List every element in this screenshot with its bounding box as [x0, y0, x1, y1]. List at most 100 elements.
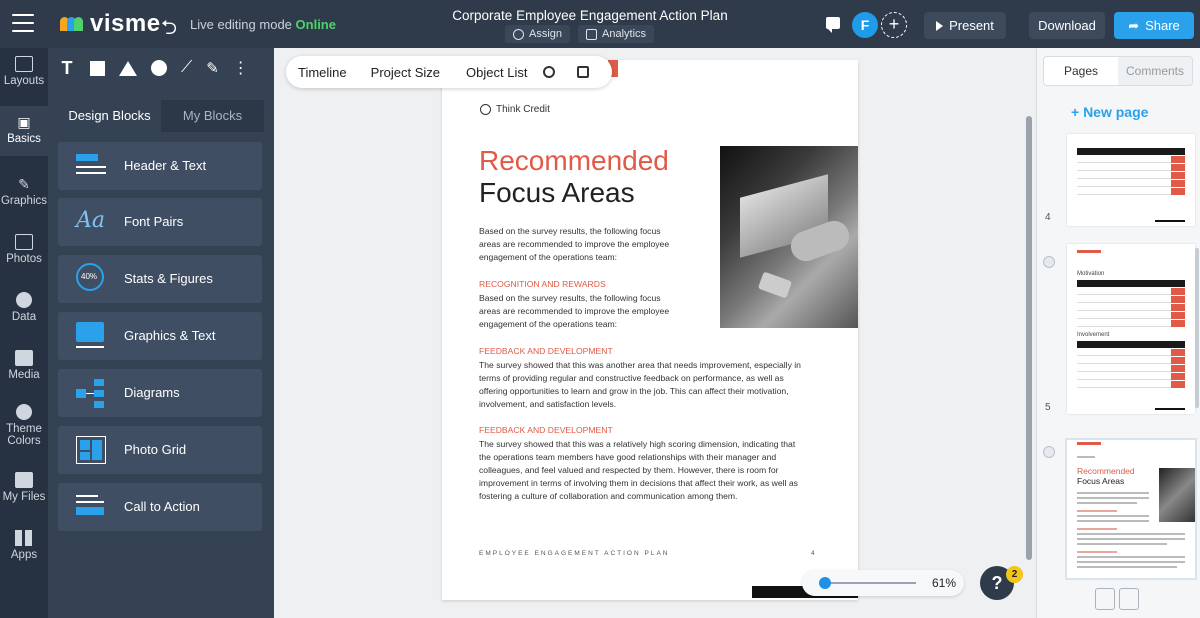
- section-title[interactable]: FEEDBACK AND DEVELOPMENT: [479, 346, 613, 356]
- thumb-table-row: [1077, 304, 1185, 311]
- call-to-action-icon: [76, 493, 106, 521]
- zoom-search-icon[interactable]: [577, 66, 590, 78]
- project-size-button[interactable]: Project Size: [371, 65, 440, 80]
- text-tool-icon[interactable]: T: [58, 58, 76, 79]
- thumb-heading-dark: Focus Areas: [1077, 476, 1125, 486]
- square-tool-icon[interactable]: [90, 60, 105, 76]
- pages-panel: Pages Comments + New page 4 Motivation I…: [1036, 48, 1200, 618]
- rail-item-photos[interactable]: Photos: [0, 234, 48, 278]
- zoom-slider-handle[interactable]: [818, 577, 831, 589]
- timeline-button[interactable]: Timeline: [298, 65, 347, 80]
- tab-comments[interactable]: Comments: [1118, 57, 1192, 85]
- page-footer[interactable]: EMPLOYEE ENGAGEMENT ACTION PLAN: [479, 550, 669, 557]
- page-thumbnail[interactable]: Motivation Involvement: [1067, 244, 1195, 414]
- share-button[interactable]: ➦ Share: [1114, 12, 1194, 39]
- tab-pages[interactable]: Pages: [1044, 57, 1118, 85]
- rail-item-theme-colors[interactable]: Theme Colors: [0, 404, 48, 454]
- page-number-label: 5: [1045, 402, 1051, 413]
- block-call-to-action[interactable]: Call to Action: [58, 483, 262, 531]
- block-stats-figures[interactable]: 40% Stats & Figures: [58, 255, 262, 303]
- rail-item-data[interactable]: Data: [0, 292, 48, 336]
- theme-colors-icon: [16, 404, 32, 420]
- new-page-button[interactable]: + New page: [1071, 104, 1148, 120]
- heading-recommended[interactable]: Recommended: [479, 145, 669, 177]
- live-status: Online: [295, 17, 336, 32]
- zoom-slider-track[interactable]: [820, 582, 916, 584]
- grid-view-icon[interactable]: [1095, 588, 1115, 610]
- thumb-footer-bar: [1155, 408, 1185, 410]
- assign-button[interactable]: Assign: [505, 25, 571, 43]
- pen-tool-icon[interactable]: ✎: [206, 59, 219, 77]
- thumb-table-row: [1077, 164, 1185, 171]
- menu-icon[interactable]: [12, 14, 34, 32]
- section-title[interactable]: FEEDBACK AND DEVELOPMENT: [479, 425, 613, 435]
- tab-design-blocks[interactable]: Design Blocks: [58, 100, 161, 132]
- section-body[interactable]: The survey showed that this was another …: [479, 359, 809, 411]
- more-icon[interactable]: ⋮: [233, 58, 249, 78]
- left-rail: Layouts ▣ Basics ✎ Graphics Photos Data …: [0, 48, 48, 618]
- document-title[interactable]: Corporate Employee Engagement Action Pla…: [420, 8, 760, 23]
- rail-item-graphics[interactable]: ✎ Graphics: [0, 176, 48, 220]
- section-body[interactable]: The survey showed that this was a relati…: [479, 438, 809, 503]
- photo-grid-icon: [76, 436, 106, 464]
- rail-item-apps[interactable]: Apps: [0, 530, 48, 574]
- page-number-label: 4: [1045, 212, 1051, 223]
- my-files-icon: [15, 472, 33, 488]
- download-button[interactable]: Download: [1029, 12, 1105, 39]
- rail-item-basics[interactable]: ▣ Basics: [0, 106, 48, 156]
- block-header-text[interactable]: Header & Text: [58, 142, 262, 190]
- block-photo-grid[interactable]: Photo Grid: [58, 426, 262, 474]
- comments-icon[interactable]: [826, 17, 840, 33]
- section-title[interactable]: RECOGNITION AND REWARDS: [479, 279, 606, 289]
- tab-my-blocks[interactable]: My Blocks: [161, 100, 264, 132]
- heading-focus-areas[interactable]: Focus Areas: [479, 177, 635, 209]
- canvas[interactable]: Think Credit Recommended Focus Areas Bas…: [274, 48, 1036, 618]
- basics-panel: T ⟋ ✎ ⋮ Design Blocks My Blocks Header &…: [48, 48, 274, 618]
- list-view-icon[interactable]: [1119, 588, 1139, 610]
- rail-item-layouts[interactable]: Layouts: [0, 56, 48, 100]
- thumb-table-row: [1077, 156, 1185, 163]
- block-diagrams[interactable]: Diagrams: [58, 369, 262, 417]
- add-collaborator-icon[interactable]: +: [881, 12, 907, 38]
- circle-tool-icon[interactable]: [151, 60, 167, 76]
- thumb-text-line: [1077, 561, 1185, 563]
- block-font-pairs[interactable]: Aa Font Pairs: [58, 198, 262, 246]
- intro-paragraph[interactable]: Based on the survey results, the followi…: [479, 225, 684, 264]
- undo-icon[interactable]: ⮌: [161, 13, 177, 47]
- page-thumbnail[interactable]: [1067, 134, 1195, 226]
- pages-scrollbar[interactable]: [1195, 248, 1199, 408]
- zoom-value[interactable]: 61%: [932, 576, 956, 590]
- rail-item-my-files[interactable]: My Files: [0, 472, 48, 516]
- section-body[interactable]: Based on the survey results, the followi…: [479, 292, 684, 331]
- page-select-circle[interactable]: [1043, 256, 1055, 268]
- laptop-photo[interactable]: [720, 146, 858, 328]
- page-thumbnail-selected[interactable]: Recommended Focus Areas: [1065, 438, 1197, 580]
- photos-icon: [15, 234, 33, 250]
- present-button[interactable]: Present: [924, 12, 1006, 39]
- thumb-table-row: [1077, 365, 1185, 372]
- settings-icon[interactable]: [543, 66, 556, 78]
- thumb-table-row: [1077, 381, 1185, 388]
- triangle-tool-icon[interactable]: [119, 60, 137, 76]
- thumb-motivation-label: Motivation: [1077, 271, 1105, 277]
- page-number[interactable]: 4: [811, 550, 815, 557]
- page-select-circle[interactable]: [1043, 446, 1055, 458]
- logo[interactable]: visme: [60, 10, 161, 38]
- object-list-button[interactable]: Object List: [466, 65, 527, 80]
- user-icon: [513, 28, 524, 40]
- zoom-control: 61%: [802, 570, 964, 596]
- thumb-text-line: [1077, 520, 1149, 522]
- thumb-table-header: [1077, 341, 1185, 348]
- line-tool-icon[interactable]: ⟋: [181, 59, 192, 77]
- document-page[interactable]: Think Credit Recommended Focus Areas Bas…: [442, 60, 858, 600]
- globe-icon: [480, 104, 491, 115]
- block-graphics-text[interactable]: Graphics & Text: [58, 312, 262, 360]
- thumb-table-row: [1077, 180, 1185, 187]
- page-brand[interactable]: Think Credit: [480, 104, 550, 115]
- rail-item-media[interactable]: Media: [0, 350, 48, 394]
- analytics-button[interactable]: Analytics: [578, 25, 655, 43]
- thumb-text-line: [1077, 533, 1185, 535]
- canvas-scrollbar[interactable]: [1026, 116, 1032, 560]
- avatar[interactable]: F: [852, 12, 878, 38]
- media-icon: [15, 350, 33, 366]
